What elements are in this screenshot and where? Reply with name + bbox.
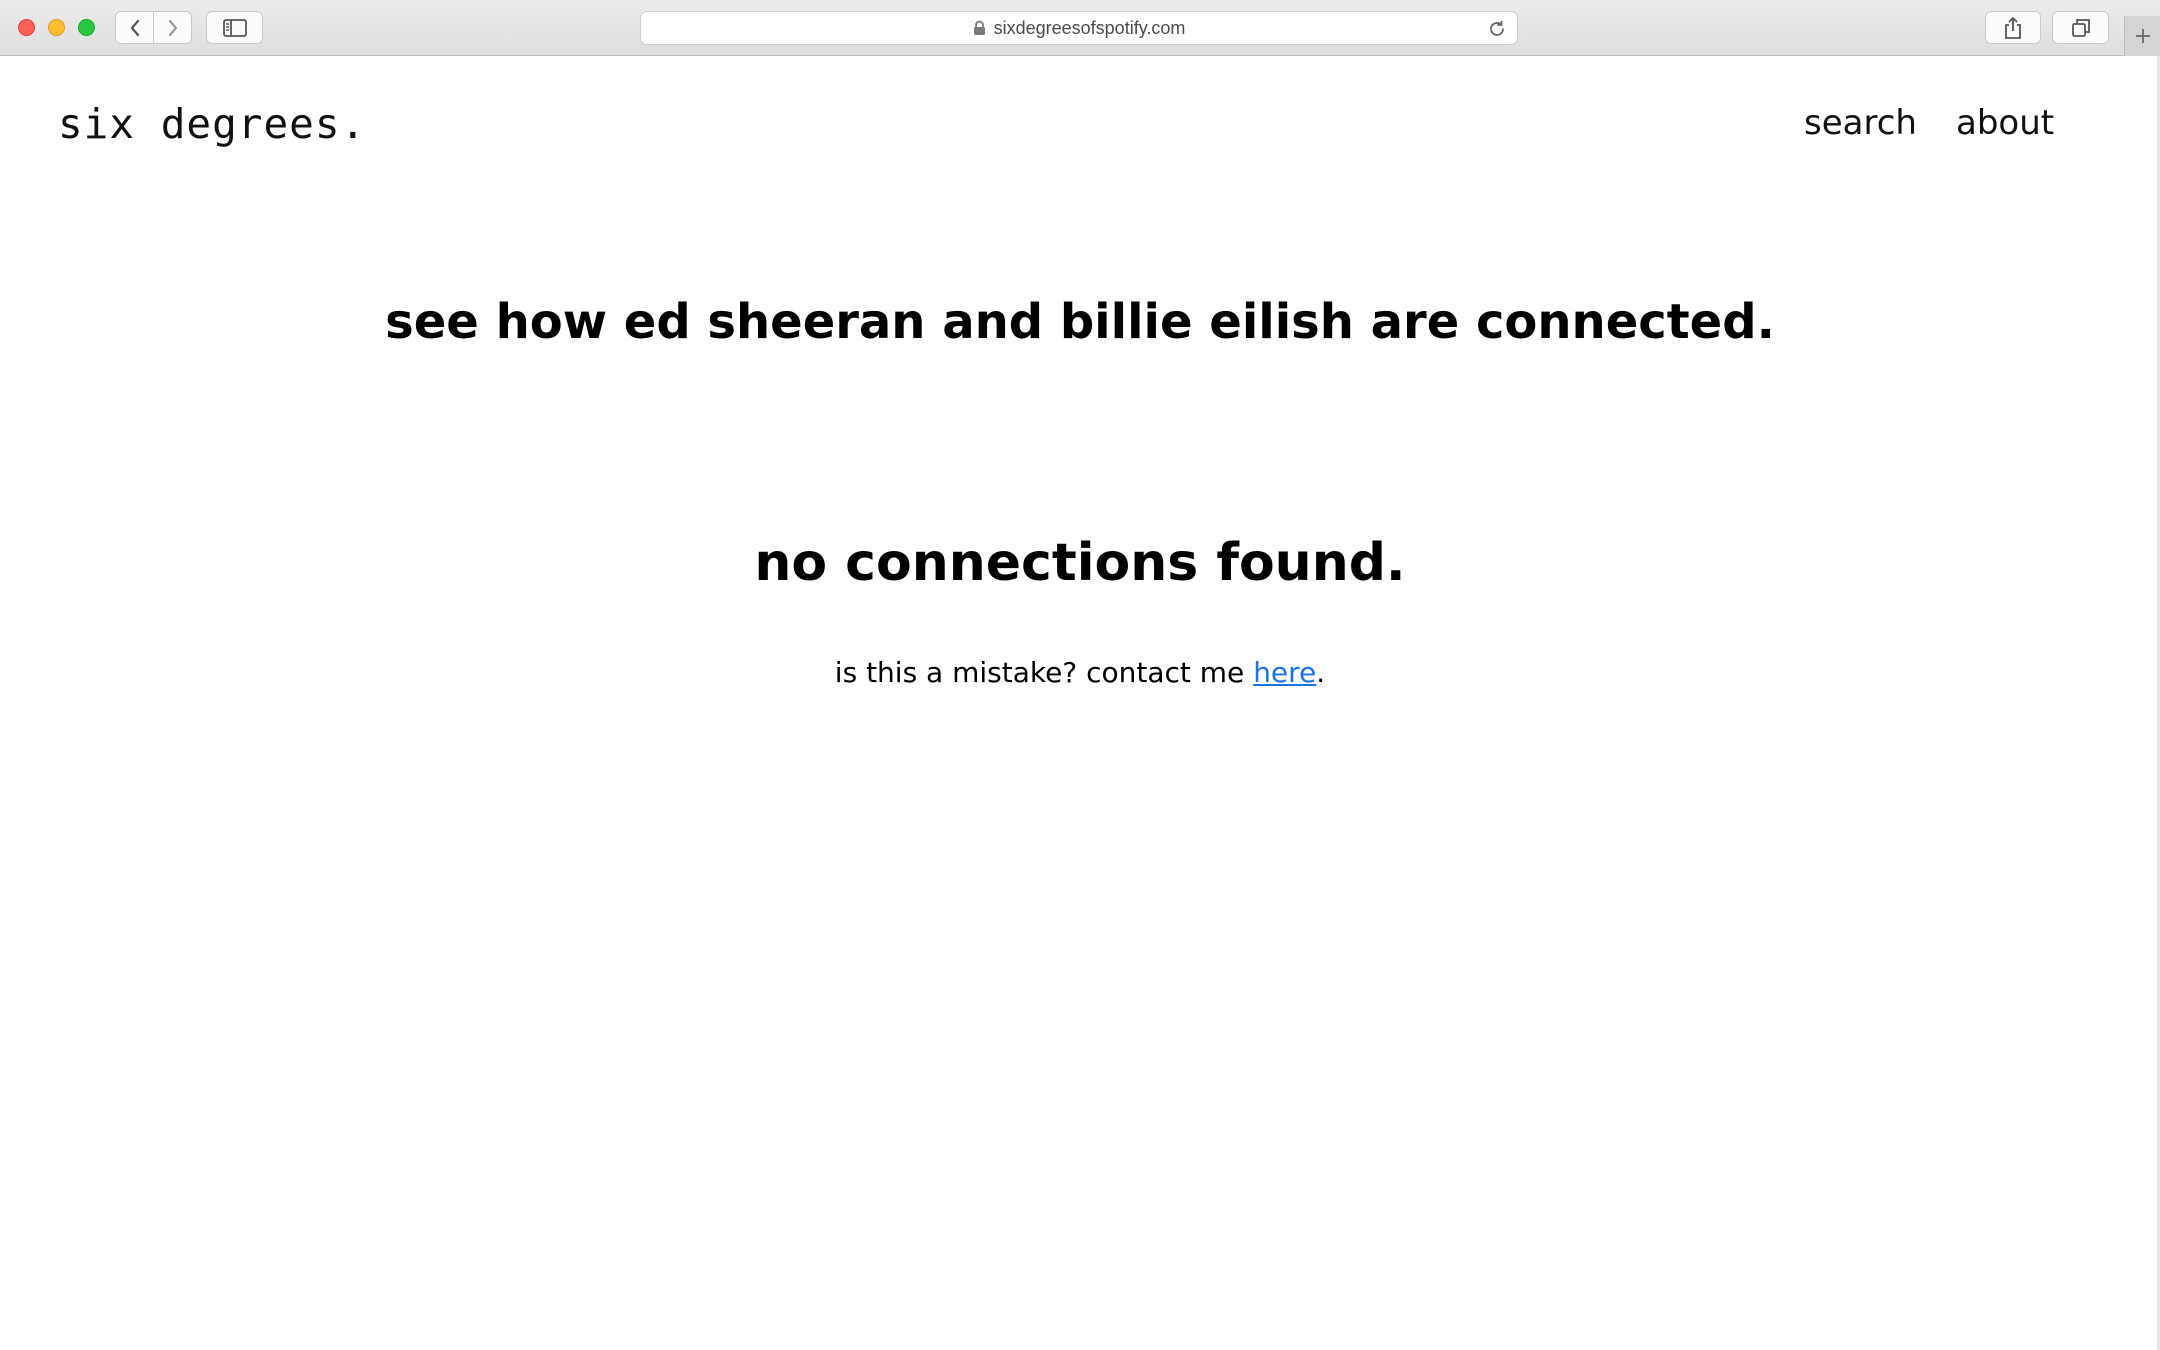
contact-link[interactable]: here: [1253, 656, 1316, 689]
minimize-window-button[interactable]: [48, 19, 65, 36]
back-button[interactable]: [115, 11, 154, 44]
share-button[interactable]: [1985, 11, 2041, 44]
nav-search-link[interactable]: search: [1804, 103, 1917, 143]
tabs-icon: [2071, 18, 2090, 37]
url-text: sixdegreesofspotify.com: [993, 17, 1186, 38]
contact-suffix: .: [1316, 656, 1326, 689]
tab-overview-button[interactable]: [2052, 11, 2109, 44]
address-bar[interactable]: sixdegreesofspotify.com: [640, 11, 1518, 45]
reload-icon[interactable]: [1487, 19, 1507, 44]
sidebar-icon: [222, 18, 247, 37]
browser-toolbar: sixdegreesofspotify.com: [0, 0, 2160, 56]
page-heading: see how ed sheeran and billie eilish are…: [385, 294, 1775, 350]
chevron-right-icon: [168, 19, 177, 36]
contact-prefix: is this a mistake? contact me: [834, 656, 1254, 689]
result-message: no connections found.: [754, 533, 1406, 593]
forward-button[interactable]: [153, 11, 192, 44]
maximize-window-button[interactable]: [78, 19, 95, 36]
contact-line: is this a mistake? contact me here.: [0, 656, 2160, 689]
plus-icon: [2135, 29, 2150, 43]
new-tab-button[interactable]: [2124, 16, 2160, 56]
nav-about-link[interactable]: about: [1956, 103, 2054, 143]
close-window-button[interactable]: [18, 19, 35, 36]
share-icon: [2005, 16, 2021, 39]
sidebar-toggle-button[interactable]: [206, 11, 263, 44]
chevron-left-icon: [130, 19, 139, 36]
lock-icon: [973, 20, 986, 36]
site-logo[interactable]: six degrees.: [58, 100, 366, 148]
